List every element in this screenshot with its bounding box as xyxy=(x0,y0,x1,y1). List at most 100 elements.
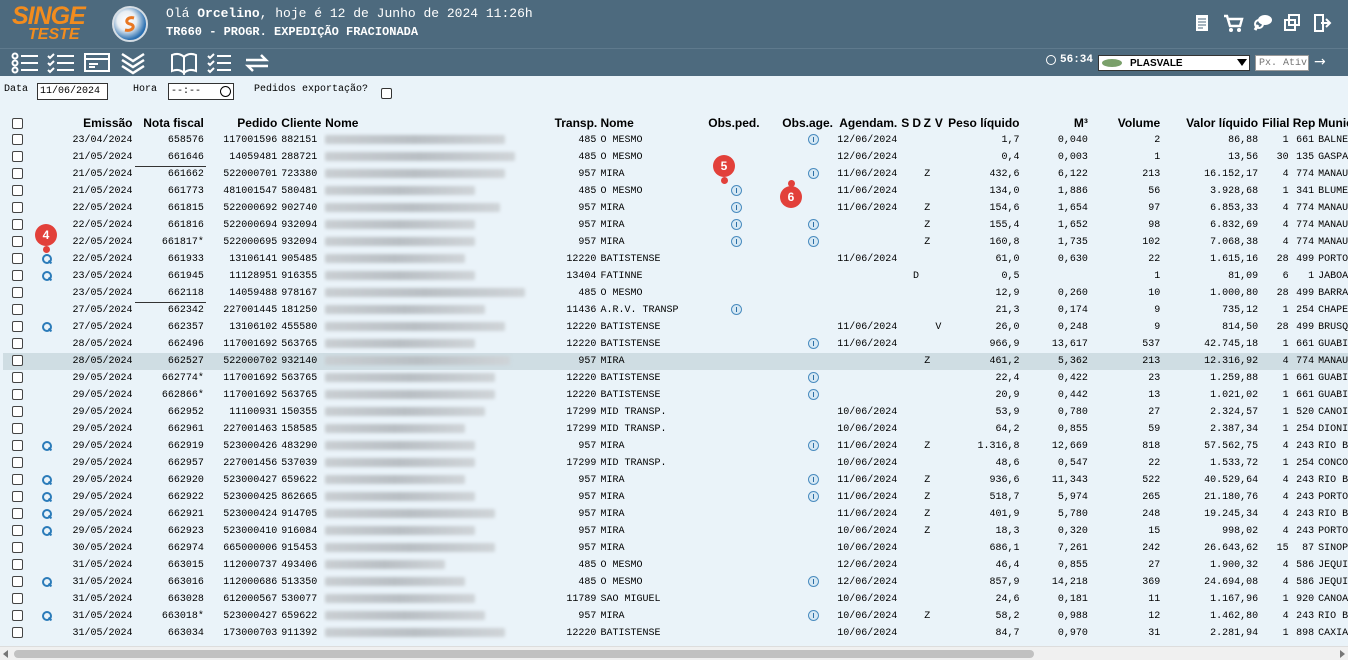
obs-age-icon[interactable] xyxy=(807,440,819,452)
row-checkbox[interactable] xyxy=(11,270,23,282)
table-row[interactable]: 22/05/2024 661815 522000692 902740 957 MIRA 11… xyxy=(3,200,1348,217)
col-cliente[interactable]: Cliente xyxy=(279,114,323,132)
magnifier-icon[interactable] xyxy=(41,440,52,451)
report-icon[interactable] xyxy=(1192,12,1212,34)
table-row[interactable]: 27/05/2024 662342 227001445 181250 11436 A.R.… xyxy=(3,302,1348,319)
obs-age-icon[interactable] xyxy=(807,219,819,231)
table-row[interactable]: 23/05/2024 661945 11128951 916355 13404 FATIN… xyxy=(3,268,1348,285)
magnifier-icon[interactable] xyxy=(41,576,52,587)
window-icon[interactable] xyxy=(1282,12,1302,34)
obs-age-icon[interactable] xyxy=(807,491,819,503)
row-checkbox[interactable] xyxy=(11,253,23,265)
table-row[interactable]: 27/05/2024 662357 13106102 455580 12220 BATIS… xyxy=(3,319,1348,336)
table-row[interactable]: 22/05/2024 661817* 522000695 932094 957 MIRA Z… xyxy=(3,234,1348,251)
obs-age-icon[interactable] xyxy=(807,474,819,486)
row-checkbox[interactable] xyxy=(11,593,23,605)
table-row[interactable]: 29/05/2024 662961 227001463 158585 17299 MID … xyxy=(3,421,1348,438)
table-row[interactable]: 21/05/2024 661773 481001547 580481 485 O MESM… xyxy=(3,183,1348,200)
row-checkbox[interactable] xyxy=(11,202,23,214)
row-checkbox[interactable] xyxy=(11,236,23,248)
col-m3[interactable]: M³ xyxy=(1022,114,1090,132)
col-obs-age[interactable]: Obs.age. xyxy=(762,114,835,132)
scrollbar-thumb[interactable] xyxy=(14,650,1034,658)
magnifier-icon[interactable] xyxy=(41,321,52,332)
col-filial[interactable]: Filial xyxy=(1260,114,1291,132)
collapse-icon[interactable] xyxy=(119,51,149,75)
col-nota-fiscal[interactable]: Nota fiscal xyxy=(135,114,206,132)
row-checkbox[interactable] xyxy=(11,151,23,163)
obs-age-icon[interactable] xyxy=(807,372,819,384)
col-rep[interactable]: Rep xyxy=(1291,114,1316,132)
scroll-right-icon[interactable] xyxy=(1340,650,1345,658)
row-checkbox[interactable] xyxy=(11,389,23,401)
row-checkbox[interactable] xyxy=(11,185,23,197)
table-row[interactable]: 29/05/2024 662922 523000425 862665 957 MIRA 11… xyxy=(3,489,1348,506)
chat-icon[interactable] xyxy=(1252,12,1272,34)
hour-input[interactable]: --:-- xyxy=(168,83,234,100)
magnifier-icon[interactable] xyxy=(41,270,52,281)
book-icon[interactable] xyxy=(170,51,200,76)
row-checkbox[interactable] xyxy=(11,423,23,435)
col-transp-nome[interactable]: Nome xyxy=(598,114,700,132)
obs-age-icon[interactable] xyxy=(807,576,819,588)
obs-ped-icon[interactable] xyxy=(730,185,742,197)
col-s[interactable]: S xyxy=(899,114,910,132)
row-checkbox[interactable] xyxy=(11,440,23,452)
table-row[interactable]: 21/05/2024 661662 522000701 723380 957 MIRA 11… xyxy=(3,166,1348,183)
tasks-icon[interactable] xyxy=(206,51,236,75)
card-icon[interactable] xyxy=(83,51,113,75)
table-row[interactable]: 29/05/2024 662921 523000424 914705 957 MIRA 11… xyxy=(3,506,1348,523)
col-valor[interactable]: Valor líquido xyxy=(1162,114,1260,132)
row-checkbox[interactable] xyxy=(11,559,23,571)
row-checkbox[interactable] xyxy=(11,321,23,333)
col-nome[interactable]: Nome xyxy=(323,114,552,132)
refresh-icon[interactable] xyxy=(242,51,272,75)
row-checkbox[interactable] xyxy=(11,219,23,231)
magnifier-icon[interactable] xyxy=(41,610,52,621)
table-row[interactable]: 31/05/2024 663034 173000703 911392 12220 BATI… xyxy=(3,625,1348,642)
obs-age-icon[interactable] xyxy=(807,338,819,350)
table-row[interactable]: 29/05/2024 662920 523000427 659622 957 MIRA 11… xyxy=(3,472,1348,489)
scroll-left-icon[interactable] xyxy=(3,650,8,658)
table-row[interactable]: 29/05/2024 662919 523000426 483290 957 MIRA 11… xyxy=(3,438,1348,455)
row-checkbox[interactable] xyxy=(11,168,23,180)
row-checkbox[interactable] xyxy=(11,304,23,316)
row-checkbox[interactable] xyxy=(11,627,23,639)
select-all-checkbox[interactable] xyxy=(11,118,23,130)
col-obs-ped[interactable]: Obs.ped. xyxy=(700,114,761,132)
arrow-right-icon[interactable]: → xyxy=(1314,54,1326,70)
table-row[interactable]: 28/05/2024 662496 117001692 563765 12220 BATI… xyxy=(3,336,1348,353)
date-input[interactable]: 11/06/2024 xyxy=(37,83,108,100)
table-row[interactable]: 23/05/2024 662118 14059488 978167 485 O MESMO… xyxy=(3,285,1348,303)
table-row[interactable]: 29/05/2024 662957 227001456 537039 17299 MID … xyxy=(3,455,1348,472)
row-checkbox[interactable] xyxy=(11,576,23,588)
row-checkbox[interactable] xyxy=(11,134,23,146)
magnifier-icon[interactable] xyxy=(41,474,52,485)
obs-age-icon[interactable] xyxy=(807,236,819,248)
table-row[interactable]: 31/05/2024 663028 612000567 530077 11789 SAO … xyxy=(3,591,1348,608)
row-checkbox[interactable] xyxy=(11,525,23,537)
table-row[interactable]: 22/05/2024 661933 13106141 905485 12220 BATIS… xyxy=(3,251,1348,268)
col-volume[interactable]: Volume xyxy=(1090,114,1162,132)
table-row[interactable]: 30/05/2024 662974 665000006 915453 957 MIRA 10… xyxy=(3,540,1348,557)
col-emissao[interactable]: Emissão xyxy=(62,114,134,132)
obs-age-icon[interactable] xyxy=(807,168,819,180)
row-checkbox[interactable] xyxy=(11,372,23,384)
obs-age-icon[interactable] xyxy=(807,134,819,146)
row-checkbox[interactable] xyxy=(11,491,23,503)
table-row[interactable]: 31/05/2024 663018* 523000427 659622 957 MIRA 1… xyxy=(3,608,1348,625)
next-activity-input[interactable] xyxy=(1255,55,1309,71)
table-row[interactable]: 29/05/2024 662866* 117001692 563765 12220 BAT… xyxy=(3,387,1348,404)
col-z[interactable]: Z xyxy=(922,114,933,132)
row-checkbox[interactable] xyxy=(11,355,23,367)
table-row[interactable]: 31/05/2024 663015 112000737 493406 485 O MESM… xyxy=(3,557,1348,574)
row-checkbox[interactable] xyxy=(11,610,23,622)
row-checkbox[interactable] xyxy=(11,406,23,418)
obs-age-icon[interactable] xyxy=(807,389,819,401)
obs-ped-icon[interactable] xyxy=(730,219,742,231)
magnifier-icon[interactable] xyxy=(41,253,52,264)
table-row[interactable]: 23/04/2024 658576 117001596 882151 485 O MESM… xyxy=(3,132,1348,149)
export-checkbox[interactable] xyxy=(381,88,392,99)
horizontal-scrollbar[interactable] xyxy=(0,646,1348,660)
checklist-icon[interactable] xyxy=(46,51,76,75)
